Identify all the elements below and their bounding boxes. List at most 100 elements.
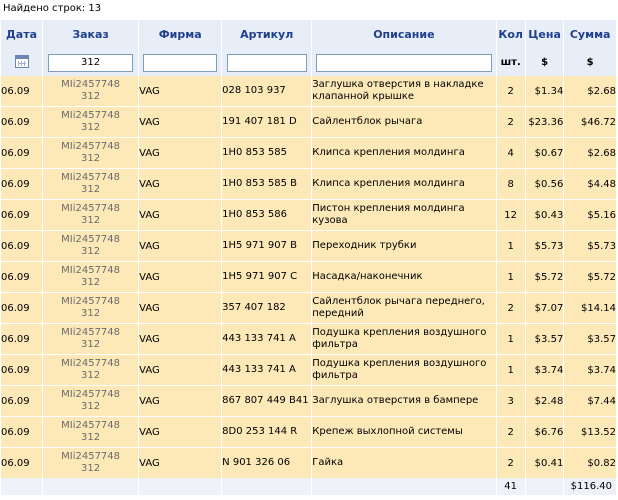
cell-order: MIi2457748 312: [42, 230, 140, 262]
order-code: MIi2457748: [61, 389, 121, 400]
table-row[interactable]: 06.09 MIi2457748 312 VAG 028 103 937 Заг…: [1, 76, 617, 107]
cell-price: $5.72: [525, 261, 565, 293]
order-number: 312: [81, 432, 101, 443]
order-code: MIi2457748: [61, 203, 121, 214]
table-row[interactable]: 06.09 MIi2457748 312 VAG 443 133 741 A П…: [1, 354, 617, 386]
cell-brand: VAG: [138, 106, 223, 138]
header-brand[interactable]: Фирма: [138, 20, 223, 49]
cell-article: 1H5 971 907 C: [221, 261, 313, 293]
cell-brand: VAG: [138, 385, 223, 417]
cell-sum: $13.52: [563, 416, 617, 448]
cell-order: MIi2457748 312: [42, 199, 140, 231]
cell-date: 06.09: [1, 199, 43, 231]
cell-qty: 1: [496, 354, 526, 386]
order-code: MIi2457748: [61, 451, 121, 462]
cell-order: MIi2457748 312: [42, 416, 140, 448]
total-qty: 41: [496, 478, 526, 495]
cell-description: Клипса крепления молдинга: [311, 168, 497, 200]
cell-order: MIi2457748 312: [42, 168, 140, 200]
order-filter-input[interactable]: [47, 53, 134, 72]
table-row[interactable]: 06.09 MIi2457748 312 VAG N 901 326 06 Га…: [1, 447, 617, 478]
cell-article: N 901 326 06: [221, 447, 313, 478]
cell-description: Насадка/наконечник: [311, 261, 497, 293]
table-row[interactable]: 06.09 MIi2457748 312 VAG 1H0 853 585 Кли…: [1, 137, 617, 169]
cell-description: Пистон крепления молдинга кузова: [311, 199, 497, 231]
table-row[interactable]: 06.09 MIi2457748 312 VAG 1H5 971 907 B П…: [1, 230, 617, 262]
cell-price: $0.67: [525, 137, 565, 169]
table-row[interactable]: 06.09 MIi2457748 312 VAG 8D0 253 144 R К…: [1, 416, 617, 448]
cell-description: Подушка крепления воздушного фильтра: [311, 323, 497, 355]
cell-article: 867 807 449 B41: [221, 385, 313, 417]
header-price[interactable]: Цена: [525, 20, 565, 49]
cell-sum: $3.57: [563, 323, 617, 355]
cell-date: 06.09: [1, 416, 43, 448]
brand-filter-input[interactable]: [143, 53, 218, 72]
description-filter-input[interactable]: [315, 53, 492, 72]
calendar-icon[interactable]: [14, 54, 29, 68]
table-row[interactable]: 06.09 MIi2457748 312 VAG 357 407 182 Сай…: [1, 292, 617, 324]
cell-sum: $46.72: [563, 106, 617, 138]
cell-article: 1H5 971 907 B: [221, 230, 313, 262]
cell-price: $3.57: [525, 323, 565, 355]
header-article[interactable]: Артикул: [221, 20, 313, 49]
cell-date: 06.09: [1, 261, 43, 293]
filter-row: шт. $ $: [1, 49, 617, 76]
cell-brand: VAG: [138, 416, 223, 448]
cell-article: 357 407 182: [221, 292, 313, 324]
cell-description: Переходник трубки: [311, 230, 497, 262]
cell-description: Клипса крепления молдинга: [311, 137, 497, 169]
cell-date: 06.09: [1, 106, 43, 138]
cell-qty: 2: [496, 447, 526, 478]
header-sum[interactable]: Сумма: [563, 20, 617, 49]
cell-price: $0.56: [525, 168, 565, 200]
table-row[interactable]: 06.09 MIi2457748 312 VAG 1H0 853 586 Пис…: [1, 199, 617, 231]
header-description[interactable]: Описание: [311, 20, 497, 49]
cell-brand: VAG: [138, 292, 223, 324]
total-sum: $116.40: [563, 478, 617, 495]
order-code: MIi2457748: [61, 327, 121, 338]
cell-sum: $2.68: [563, 76, 617, 107]
cell-price: $1.34: [525, 76, 565, 107]
brand-filter-cell: [138, 49, 223, 76]
cell-brand: VAG: [138, 261, 223, 293]
cell-brand: VAG: [138, 447, 223, 478]
description-filter-cell: [311, 49, 497, 76]
price-currency-label: $: [525, 49, 565, 76]
order-filter-cell: [42, 49, 140, 76]
order-code: MIi2457748: [61, 296, 121, 307]
cell-order: MIi2457748 312: [42, 447, 140, 478]
cell-article: 1H0 853 586: [221, 199, 313, 231]
order-number: 312: [81, 91, 101, 102]
order-code: MIi2457748: [61, 110, 121, 121]
cell-order: MIi2457748 312: [42, 292, 140, 324]
cell-date: 06.09: [1, 323, 43, 355]
cell-article: 1H0 853 585: [221, 137, 313, 169]
cell-article: 1H0 853 585 B: [221, 168, 313, 200]
order-code: MIi2457748: [61, 172, 121, 183]
sum-currency-label: $: [563, 49, 617, 76]
table-row[interactable]: 06.09 MIi2457748 312 VAG 1H0 853 585 B К…: [1, 168, 617, 200]
table-row[interactable]: 06.09 MIi2457748 312 VAG 191 407 181 D С…: [1, 106, 617, 138]
cell-sum: $5.16: [563, 199, 617, 231]
header-qty[interactable]: Кол: [496, 20, 526, 49]
table-row[interactable]: 06.09 MIi2457748 312 VAG 1H5 971 907 C Н…: [1, 261, 617, 293]
cell-date: 06.09: [1, 230, 43, 262]
cell-article: 028 103 937: [221, 76, 313, 107]
cell-qty: 1: [496, 230, 526, 262]
order-code: MIi2457748: [61, 265, 121, 276]
order-number: 312: [81, 215, 101, 226]
header-order[interactable]: Заказ: [42, 20, 140, 49]
table-row[interactable]: 06.09 MIi2457748 312 VAG 443 133 741 A П…: [1, 323, 617, 355]
cell-description: Сайлентблок рычага переднего, передний: [311, 292, 497, 324]
order-number: 312: [81, 463, 101, 474]
header-row: Дата Заказ Фирма Артикул Описание Кол Це…: [1, 20, 617, 49]
cell-sum: $14.14: [563, 292, 617, 324]
cell-qty: 3: [496, 385, 526, 417]
cell-qty: 2: [496, 76, 526, 107]
article-filter-input[interactable]: [226, 53, 307, 72]
cell-description: Подушка крепления воздушного фильтра: [311, 354, 497, 386]
orders-table: Дата Заказ Фирма Артикул Описание Кол Це…: [1, 20, 617, 495]
table-row[interactable]: 06.09 MIi2457748 312 VAG 867 807 449 B41…: [1, 385, 617, 417]
cell-sum: $7.44: [563, 385, 617, 417]
header-date[interactable]: Дата: [1, 20, 43, 49]
